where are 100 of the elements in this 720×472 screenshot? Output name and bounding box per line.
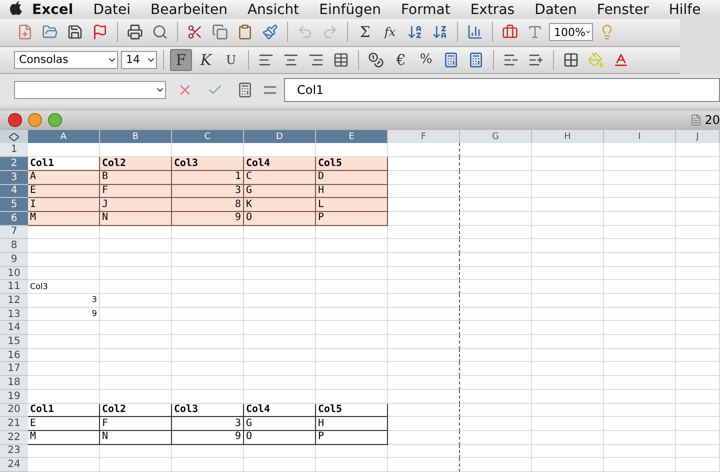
column-header[interactable]: B — [100, 130, 172, 144]
table-cell[interactable]: O — [244, 212, 316, 226]
column-header[interactable]: D — [244, 130, 316, 144]
table-cell[interactable] — [388, 239, 460, 253]
row-header[interactable]: 4 — [0, 184, 28, 198]
column-header[interactable]: E — [316, 130, 388, 144]
row-header[interactable]: 23 — [0, 444, 28, 458]
table-cell[interactable] — [388, 444, 460, 458]
font-size-select[interactable]: 14 — [121, 50, 157, 69]
select-all-button[interactable] — [0, 130, 28, 144]
table-cell[interactable] — [388, 170, 460, 185]
table-cell[interactable]: Col4 — [244, 404, 316, 418]
table-cell[interactable]: G — [244, 184, 316, 198]
table-cell[interactable]: Col4 — [244, 157, 316, 171]
table-cell[interactable]: 3 — [28, 294, 100, 308]
table-cell[interactable]: E — [28, 417, 100, 431]
formula-field[interactable]: Col1 — [284, 78, 720, 102]
row-header[interactable]: 12 — [0, 294, 28, 308]
table-cell[interactable] — [388, 252, 460, 267]
table-cell[interactable]: Col2 — [100, 157, 172, 171]
column-header[interactable]: H — [532, 130, 604, 144]
row-header[interactable]: 22 — [0, 430, 28, 445]
zoom-select[interactable]: 100% — [549, 23, 593, 42]
row-header[interactable]: 1 — [0, 143, 28, 158]
row-header[interactable]: 9 — [0, 252, 28, 267]
table-cell[interactable]: Col5 — [316, 157, 388, 171]
table-cell[interactable]: P — [316, 212, 388, 226]
table-cell[interactable] — [388, 280, 460, 294]
row-header[interactable]: 11 — [0, 280, 28, 294]
table-cell[interactable]: N — [100, 212, 172, 226]
text-style-button[interactable]: F — [170, 48, 192, 71]
menu-item[interactable]: Fenster — [586, 2, 659, 18]
table-cell[interactable]: M — [28, 212, 100, 226]
table-cell[interactable]: L — [316, 198, 388, 212]
row-header[interactable]: 24 — [0, 458, 28, 472]
menu-item[interactable]: Bearbeiten — [140, 2, 238, 18]
row-header[interactable]: 3 — [0, 170, 28, 185]
column-header[interactable]: G — [460, 130, 532, 144]
table-cell[interactable] — [388, 390, 460, 404]
table-cell[interactable] — [388, 212, 460, 226]
table-cell[interactable] — [388, 321, 460, 336]
sum-button[interactable]: Σ — [354, 21, 376, 44]
table-cell[interactable]: H — [316, 417, 388, 431]
row-header[interactable]: 19 — [0, 390, 28, 404]
table-cell[interactable]: 9 — [28, 308, 100, 322]
table-cell[interactable]: I — [28, 198, 100, 212]
table-cell[interactable]: E — [28, 184, 100, 198]
table-cell[interactable]: 1 — [172, 170, 244, 185]
menu-item[interactable]: Datei — [83, 2, 141, 18]
font-select[interactable]: Consolas — [14, 50, 118, 69]
table-cell[interactable]: Col3 — [28, 280, 100, 294]
table-cell[interactable] — [388, 143, 460, 158]
table-cell[interactable]: 3 — [172, 184, 244, 198]
table-cell[interactable]: 3 — [172, 417, 244, 431]
table-cell[interactable] — [388, 266, 460, 280]
table-cell[interactable] — [388, 458, 460, 472]
table-cell[interactable]: Col1 — [28, 157, 100, 171]
minimize-icon[interactable] — [28, 113, 42, 128]
menu-item[interactable]: Extras — [460, 2, 525, 18]
column-header[interactable]: I — [604, 130, 676, 144]
table-cell[interactable] — [388, 376, 460, 390]
table-cell[interactable]: Col2 — [100, 404, 172, 418]
menu-item[interactable]: Format — [390, 2, 460, 18]
table-cell[interactable]: C — [244, 170, 316, 185]
table-cell[interactable] — [388, 294, 460, 308]
zoom-icon[interactable] — [48, 113, 62, 128]
function-button[interactable]: fx — [379, 21, 401, 44]
row-header[interactable]: 2 — [0, 157, 28, 171]
table-cell[interactable]: N — [100, 430, 172, 445]
table-cell[interactable]: K — [244, 198, 316, 212]
text-style-button[interactable]: U — [220, 48, 242, 71]
table-cell[interactable]: Col3 — [172, 157, 244, 171]
table-cell[interactable]: H — [316, 184, 388, 198]
percent-button[interactable]: % — [415, 48, 437, 71]
menu-item[interactable]: Hilfe — [658, 2, 711, 18]
menu-item[interactable]: Einfügen — [309, 2, 391, 18]
row-header[interactable]: 15 — [0, 335, 28, 349]
table-cell[interactable] — [388, 157, 460, 171]
table-cell[interactable]: B — [100, 170, 172, 185]
table-cell[interactable]: O — [244, 430, 316, 445]
table-cell[interactable] — [388, 362, 460, 376]
row-header[interactable]: 21 — [0, 417, 28, 431]
row-header[interactable]: 17 — [0, 362, 28, 376]
row-header[interactable]: 13 — [0, 308, 28, 322]
table-cell[interactable] — [388, 226, 460, 240]
row-header[interactable]: 14 — [0, 321, 28, 336]
table-cell[interactable]: Col1 — [28, 404, 100, 418]
menu-item[interactable]: Ansicht — [237, 2, 310, 18]
table-cell[interactable] — [388, 404, 460, 418]
close-icon[interactable] — [8, 113, 22, 128]
table-cell[interactable]: J — [100, 198, 172, 212]
table-cell[interactable] — [388, 430, 460, 445]
menu-item[interactable]: Daten — [524, 2, 587, 18]
table-cell[interactable] — [388, 308, 460, 322]
row-header[interactable]: 7 — [0, 226, 28, 240]
table-cell[interactable]: 9 — [172, 430, 244, 445]
row-header[interactable]: 5 — [0, 198, 28, 212]
table-cell[interactable]: G — [244, 417, 316, 431]
menu-item[interactable]: Excel — [22, 2, 84, 18]
table-cell[interactable]: F — [100, 417, 172, 431]
